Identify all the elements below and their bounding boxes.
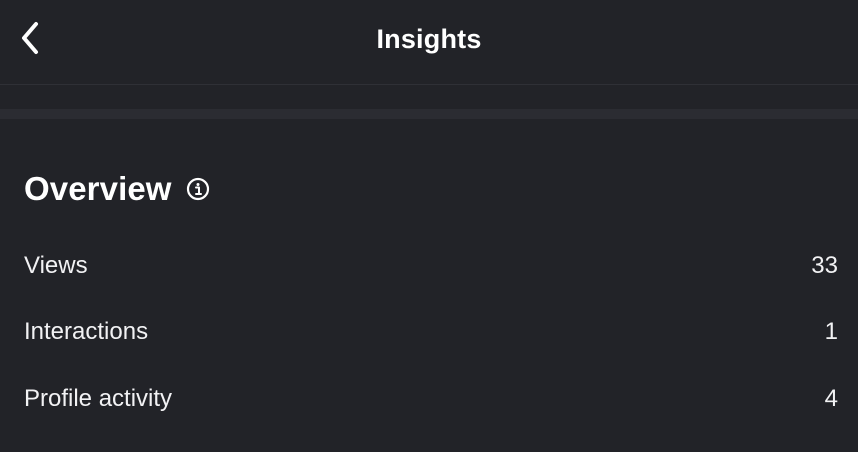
metric-label: Interactions: [24, 318, 149, 345]
metric-row-profile-activity[interactable]: Profile activity 4: [24, 379, 838, 419]
metric-row-interactions[interactable]: Interactions 1: [24, 312, 838, 352]
metric-label: Profile activity: [24, 385, 173, 412]
overview-title: Overview: [24, 170, 172, 207]
header-divider: [0, 84, 858, 85]
metric-value: 4: [824, 385, 838, 412]
page-title: Insights: [376, 24, 482, 54]
metric-value: 1: [824, 318, 838, 345]
metric-row-views[interactable]: Views 33: [24, 246, 838, 286]
metric-label: Views: [24, 252, 88, 279]
top-bar: Insights: [0, 0, 858, 84]
insights-screen: Insights Overview Views 33 Interactions …: [0, 0, 858, 452]
info-icon[interactable]: [186, 177, 210, 201]
overview-header: Overview: [24, 168, 210, 210]
metric-value: 33: [811, 252, 838, 279]
section-separator: [0, 109, 858, 119]
